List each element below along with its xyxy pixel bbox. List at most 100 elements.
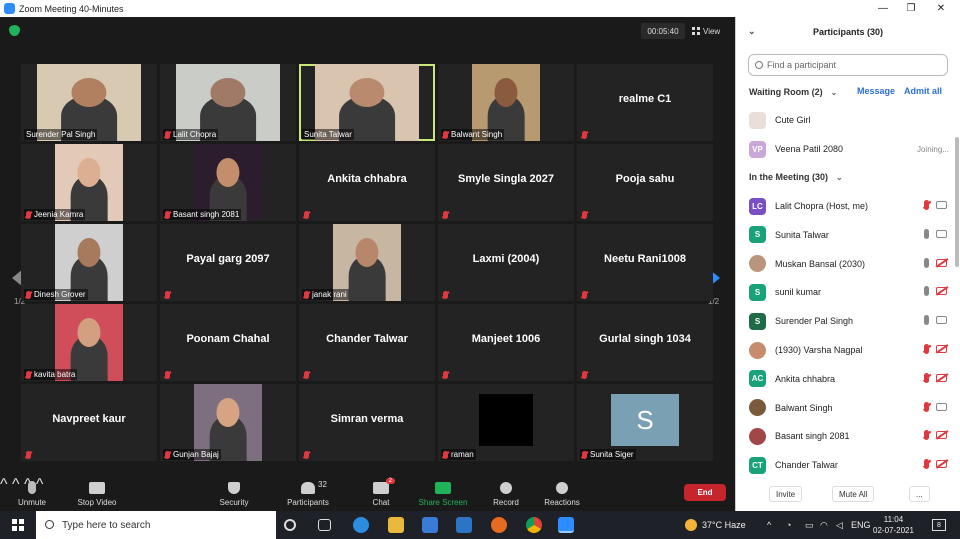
firefox-icon[interactable]: [491, 517, 507, 533]
participant-tile[interactable]: Pooja sahu: [577, 144, 713, 221]
mic-icon: [924, 257, 929, 268]
notifications-button[interactable]: 8: [932, 519, 946, 531]
chrome-icon[interactable]: [526, 517, 542, 533]
battery-icon[interactable]: ▭: [805, 511, 814, 539]
participant-tile[interactable]: Sunita Talwar: [299, 64, 435, 141]
participant-tile[interactable]: Navpreet kaur: [21, 384, 157, 461]
participant-tile[interactable]: raman: [438, 384, 574, 461]
participant-tile[interactable]: kavita batra: [21, 304, 157, 381]
participant-row[interactable]: AC Ankita chhabra: [749, 369, 949, 389]
participant-tile[interactable]: Gurlal singh 1034: [577, 304, 713, 381]
tile-mute-indicator: [580, 209, 592, 220]
participant-row[interactable]: S Surender Pal Singh: [749, 311, 949, 331]
participant-tile[interactable]: Simran verma: [299, 384, 435, 461]
admit-all-link[interactable]: Admit all: [904, 86, 942, 96]
muted-mic-icon: [924, 344, 929, 354]
waiting-room-section[interactable]: Waiting Room (2) ⌄: [749, 87, 837, 97]
unmute-button[interactable]: Unmute: [14, 476, 50, 511]
taskbar-clock[interactable]: 11:04 02-07-2021: [873, 514, 914, 536]
encryption-shield-icon[interactable]: [9, 25, 20, 36]
volume-icon[interactable]: ◁: [836, 511, 843, 539]
participant-tile[interactable]: Poonam Chahal: [160, 304, 296, 381]
minimize-icon[interactable]: —: [868, 0, 898, 17]
wifi-icon[interactable]: ◠: [820, 511, 828, 539]
waiting-participant-row[interactable]: VP Veena Patil 2080 Joining...: [749, 139, 949, 159]
view-button[interactable]: View: [692, 23, 720, 39]
tile-mute-indicator: [302, 209, 314, 220]
participant-row[interactable]: LC Lalit Chopra (Host, me): [749, 196, 949, 216]
participant-tile[interactable]: realme C1: [577, 64, 713, 141]
participant-tile[interactable]: Neetu Rani1008: [577, 224, 713, 301]
tray-chevron-icon[interactable]: ^: [767, 511, 771, 539]
share-screen-button[interactable]: Share Screen: [418, 476, 468, 511]
participant-row[interactable]: Balwant Singh: [749, 398, 949, 418]
cortana-icon[interactable]: [284, 519, 296, 531]
mail-icon[interactable]: [456, 517, 472, 533]
participant-tile[interactable]: Payal garg 2097: [160, 224, 296, 301]
find-participant-input[interactable]: Find a participant: [748, 54, 948, 76]
close-icon[interactable]: ✕: [926, 0, 956, 17]
invite-button[interactable]: Invite: [769, 486, 803, 502]
participant-tile[interactable]: Manjeet 1006: [438, 304, 574, 381]
waiting-participant-row[interactable]: Cute Girl: [749, 110, 949, 130]
participant-tile[interactable]: Chander Talwar: [299, 304, 435, 381]
participant-tile[interactable]: Ankita chhabra: [299, 144, 435, 221]
participant-tile[interactable]: Basant singh 2081: [160, 144, 296, 221]
panel-title: Participants (30): [812, 27, 884, 37]
video-off-icon: [936, 345, 947, 353]
security-button[interactable]: Security: [215, 476, 253, 511]
muted-mic-icon: [924, 401, 929, 412]
participant-tile[interactable]: Jeenia Kamra: [21, 144, 157, 221]
end-meeting-button[interactable]: End: [684, 484, 726, 501]
participant-row[interactable]: Basant singh 2081: [749, 426, 949, 446]
participant-row[interactable]: Muskan Bansal (2030): [749, 254, 949, 274]
avatar: S: [749, 283, 766, 301]
record-icon: [500, 482, 512, 494]
muted-mic-icon: [165, 370, 170, 379]
participant-tile[interactable]: Gunjan Bajaj: [160, 384, 296, 461]
participant-tile[interactable]: janak rani: [299, 224, 435, 301]
participant-tile[interactable]: Lalit Chopra: [160, 64, 296, 141]
muted-mic-icon: [165, 450, 170, 459]
participant-row[interactable]: Ssunil kumar: [749, 282, 949, 302]
tile-mute-indicator: [302, 449, 314, 460]
tile-name: Lalit Chopra: [173, 130, 217, 139]
network-icon[interactable]: ◔: [786, 511, 791, 539]
store-icon[interactable]: [422, 517, 438, 533]
participant-tile[interactable]: Smyle Singla 2027: [438, 144, 574, 221]
panel-scrollbar[interactable]: [955, 137, 959, 267]
muted-mic-icon: [26, 210, 31, 219]
participant-tile[interactable]: Balwant Singh: [438, 64, 574, 141]
language-indicator[interactable]: ENG: [851, 511, 871, 539]
edge-browser-icon[interactable]: [353, 517, 369, 533]
participant-tile[interactable]: S Sunita Siger: [577, 384, 713, 461]
zoom-taskbar-icon[interactable]: [558, 517, 574, 533]
weather-text: 37°C Haze: [702, 520, 746, 530]
participant-tile[interactable]: Dinesh Grover: [21, 224, 157, 301]
tile-center-name: Chander Talwar: [326, 333, 408, 345]
participant-status-icons: [924, 228, 947, 239]
participant-status-icons: [924, 257, 947, 268]
participant-row[interactable]: (1930) Varsha Nagpal: [749, 340, 949, 360]
chevron-down-icon[interactable]: ⌄: [748, 26, 756, 37]
stop-video-button[interactable]: Stop Video: [74, 476, 120, 511]
file-explorer-icon[interactable]: [388, 517, 404, 533]
more-options-button[interactable]: ...: [909, 486, 930, 502]
participant-tile[interactable]: Surender Pal Singh: [21, 64, 157, 141]
weather-widget[interactable]: 37°C Haze: [685, 511, 746, 539]
start-button[interactable]: [0, 511, 36, 539]
restore-icon[interactable]: ❐: [896, 0, 926, 17]
participant-row[interactable]: CT Chander Talwar: [749, 455, 949, 475]
task-view-icon[interactable]: [318, 519, 331, 531]
mute-all-button[interactable]: Mute All: [832, 486, 875, 502]
participant-tile[interactable]: Laxmi (2004): [438, 224, 574, 301]
reactions-button[interactable]: Reactions: [542, 476, 582, 511]
audio-options-caret-icon[interactable]: ^: [0, 476, 8, 493]
message-link[interactable]: Message: [857, 86, 895, 96]
taskbar-search-box[interactable]: Type here to search: [36, 511, 276, 539]
participant-row[interactable]: S Sunita Talwar: [749, 225, 949, 245]
in-meeting-section[interactable]: In the Meeting (30) ⌄: [749, 172, 843, 182]
taskbar-search-placeholder: Type here to search: [62, 519, 151, 531]
chat-button[interactable]: 2 Chat: [365, 476, 397, 511]
record-button[interactable]: Record: [490, 476, 522, 511]
